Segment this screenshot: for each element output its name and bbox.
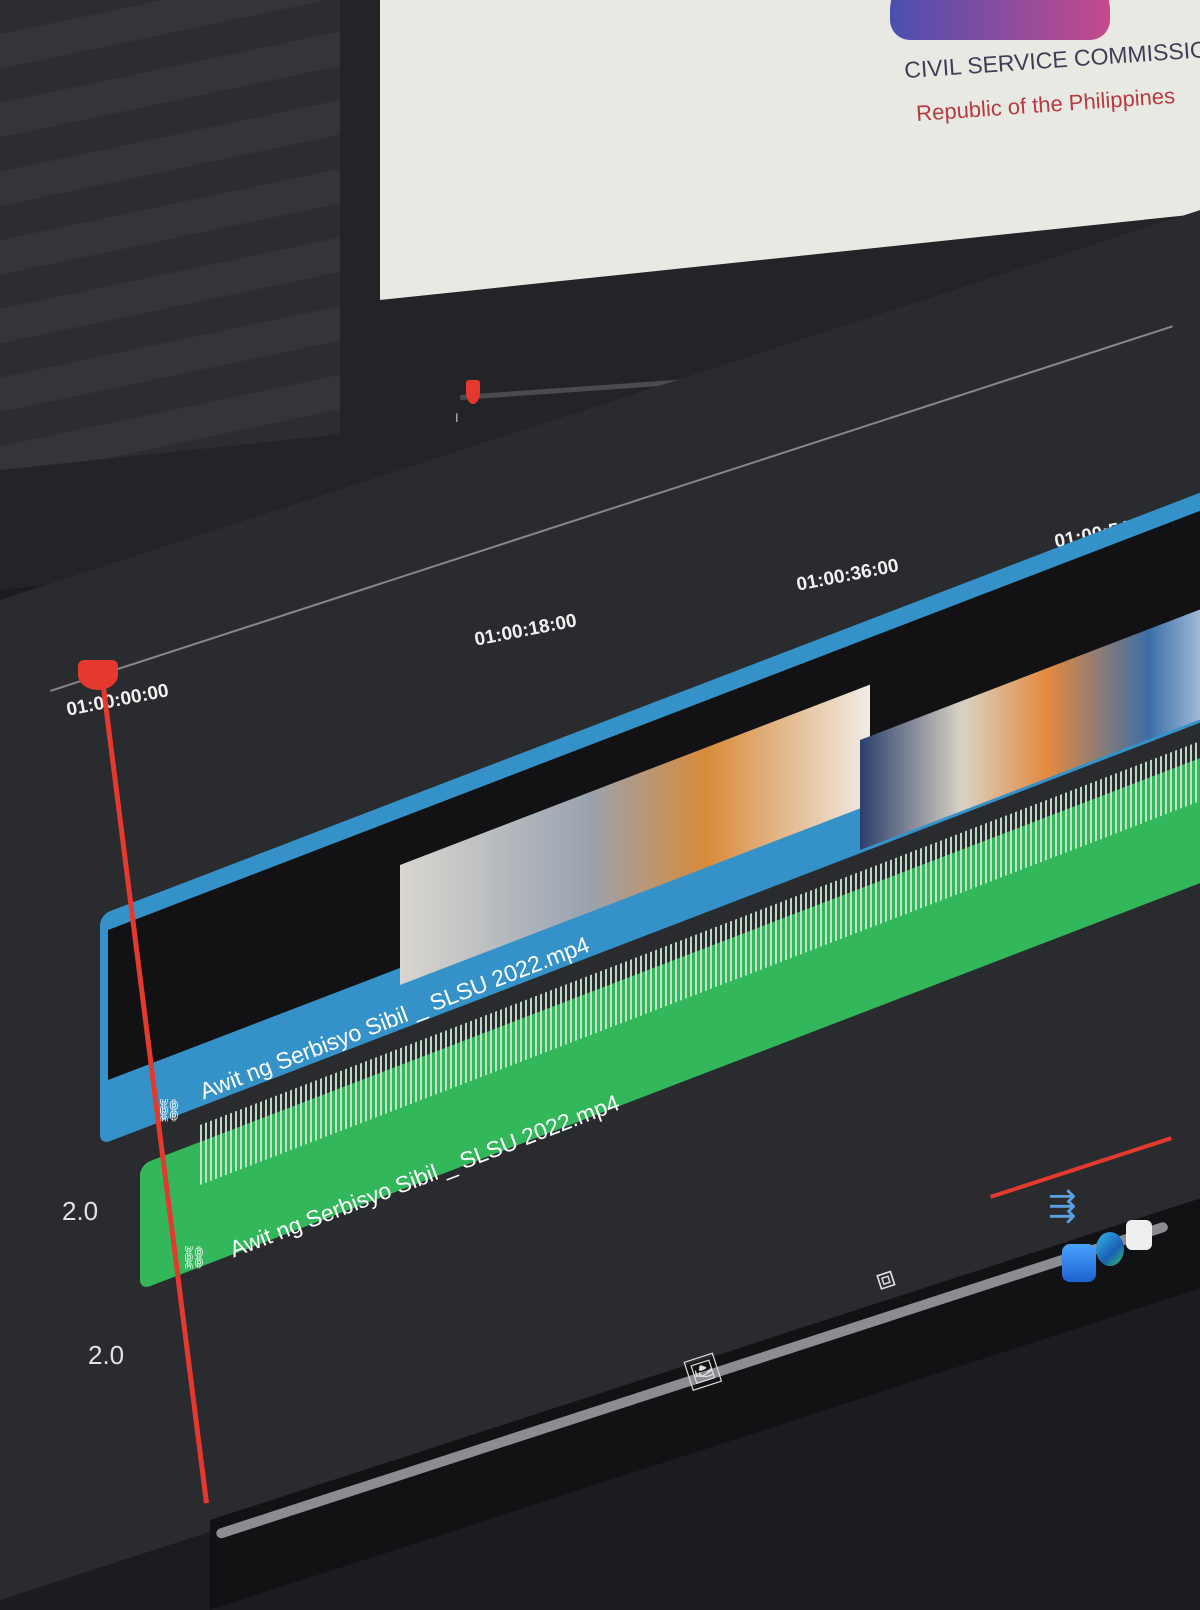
audio-track-level: 2.0 — [88, 1340, 125, 1370]
browser-icon[interactable] — [1096, 1232, 1124, 1266]
app-icon[interactable] — [1126, 1220, 1152, 1250]
viewer-playhead[interactable] — [466, 380, 480, 404]
timeline-playhead[interactable] — [78, 660, 118, 690]
csc-logo — [890, 0, 1110, 40]
edit-page-icon[interactable]: ⇶ — [1048, 1186, 1077, 1226]
audio-track-level: 2.0 — [62, 1196, 99, 1226]
link-icon: ⛓ — [180, 1245, 208, 1270]
finder-icon[interactable] — [1062, 1244, 1096, 1282]
